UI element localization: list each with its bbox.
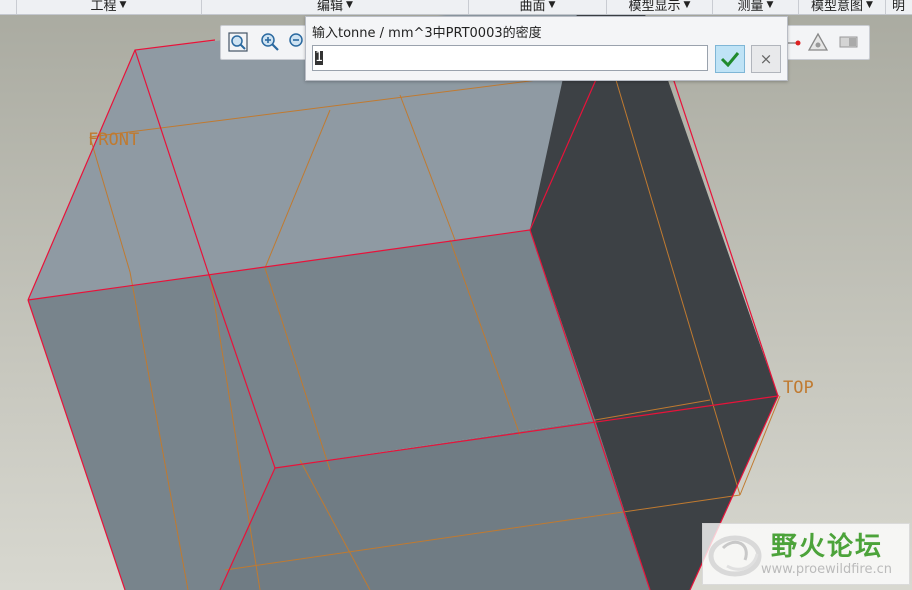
menu-item-label: 测量 — [737, 0, 764, 14]
watermark-url: www.proewildfire.cn — [761, 562, 892, 577]
menu-item-model-display[interactable]: 模型显示 ▼ — [607, 0, 713, 14]
watermark-logo — [708, 535, 762, 577]
menu-item-label: 模型显示 — [628, 0, 681, 14]
density-input-value: 1 — [315, 50, 323, 65]
zoom-fit-icon[interactable] — [227, 31, 249, 53]
chevron-down-icon: ▼ — [346, 0, 353, 10]
plane-display-icon[interactable] — [837, 31, 859, 53]
graphics-viewport[interactable]: FRONT TOP — [0, 15, 912, 590]
checkmark-icon — [720, 52, 740, 67]
menu-bar: 工程 ▼ 编辑 ▼ 曲面 ▼ 模型显示 ▼ 测量 ▼ 模型意图 ▼ 明 — [0, 0, 912, 15]
menu-item-label: 明 — [892, 0, 906, 14]
menu-item-surface[interactable]: 曲面 ▼ — [469, 0, 607, 14]
watermark-brand: 野火论坛 — [771, 532, 884, 562]
datum-label-front: FRONT — [88, 130, 139, 150]
ok-button[interactable] — [715, 45, 745, 73]
menu-item-label: 编辑 — [317, 0, 344, 14]
dialog-prompt: 输入tonne / mm^3中PRT0003的密度 — [312, 26, 542, 41]
menu-item-overflow[interactable]: 明 — [886, 0, 912, 14]
density-input-dialog: 输入tonne / mm^3中PRT0003的密度 1 × — [305, 16, 788, 81]
chevron-down-icon: ▼ — [683, 0, 691, 10]
forum-watermark: 野火论坛 www.proewildfire.cn — [702, 523, 910, 585]
menu-edge — [0, 0, 17, 14]
menu-item-label: 模型意图 — [811, 0, 864, 14]
zoom-in-icon[interactable] — [259, 31, 281, 53]
menu-item-label: 工程 — [90, 0, 117, 14]
menu-item-engineering[interactable]: 工程 ▼ — [16, 0, 202, 14]
chevron-down-icon: ▼ — [866, 0, 873, 10]
chevron-down-icon: ▼ — [548, 0, 556, 10]
triangle-display-icon[interactable] — [807, 31, 829, 53]
close-icon: × — [759, 50, 773, 68]
menu-item-label: 曲面 — [519, 0, 546, 14]
chevron-down-icon: ▼ — [119, 0, 127, 10]
menu-item-edit[interactable]: 编辑 ▼ — [202, 0, 469, 14]
menu-item-model-intent[interactable]: 模型意图 ▼ — [799, 0, 886, 14]
density-input[interactable]: 1 — [312, 45, 708, 71]
chevron-down-icon: ▼ — [766, 0, 774, 10]
menu-item-measure[interactable]: 测量 ▼ — [713, 0, 799, 14]
datum-label-top: TOP — [783, 378, 814, 398]
cancel-button[interactable]: × — [751, 45, 781, 73]
model-canvas: FRONT TOP — [27, 15, 814, 590]
